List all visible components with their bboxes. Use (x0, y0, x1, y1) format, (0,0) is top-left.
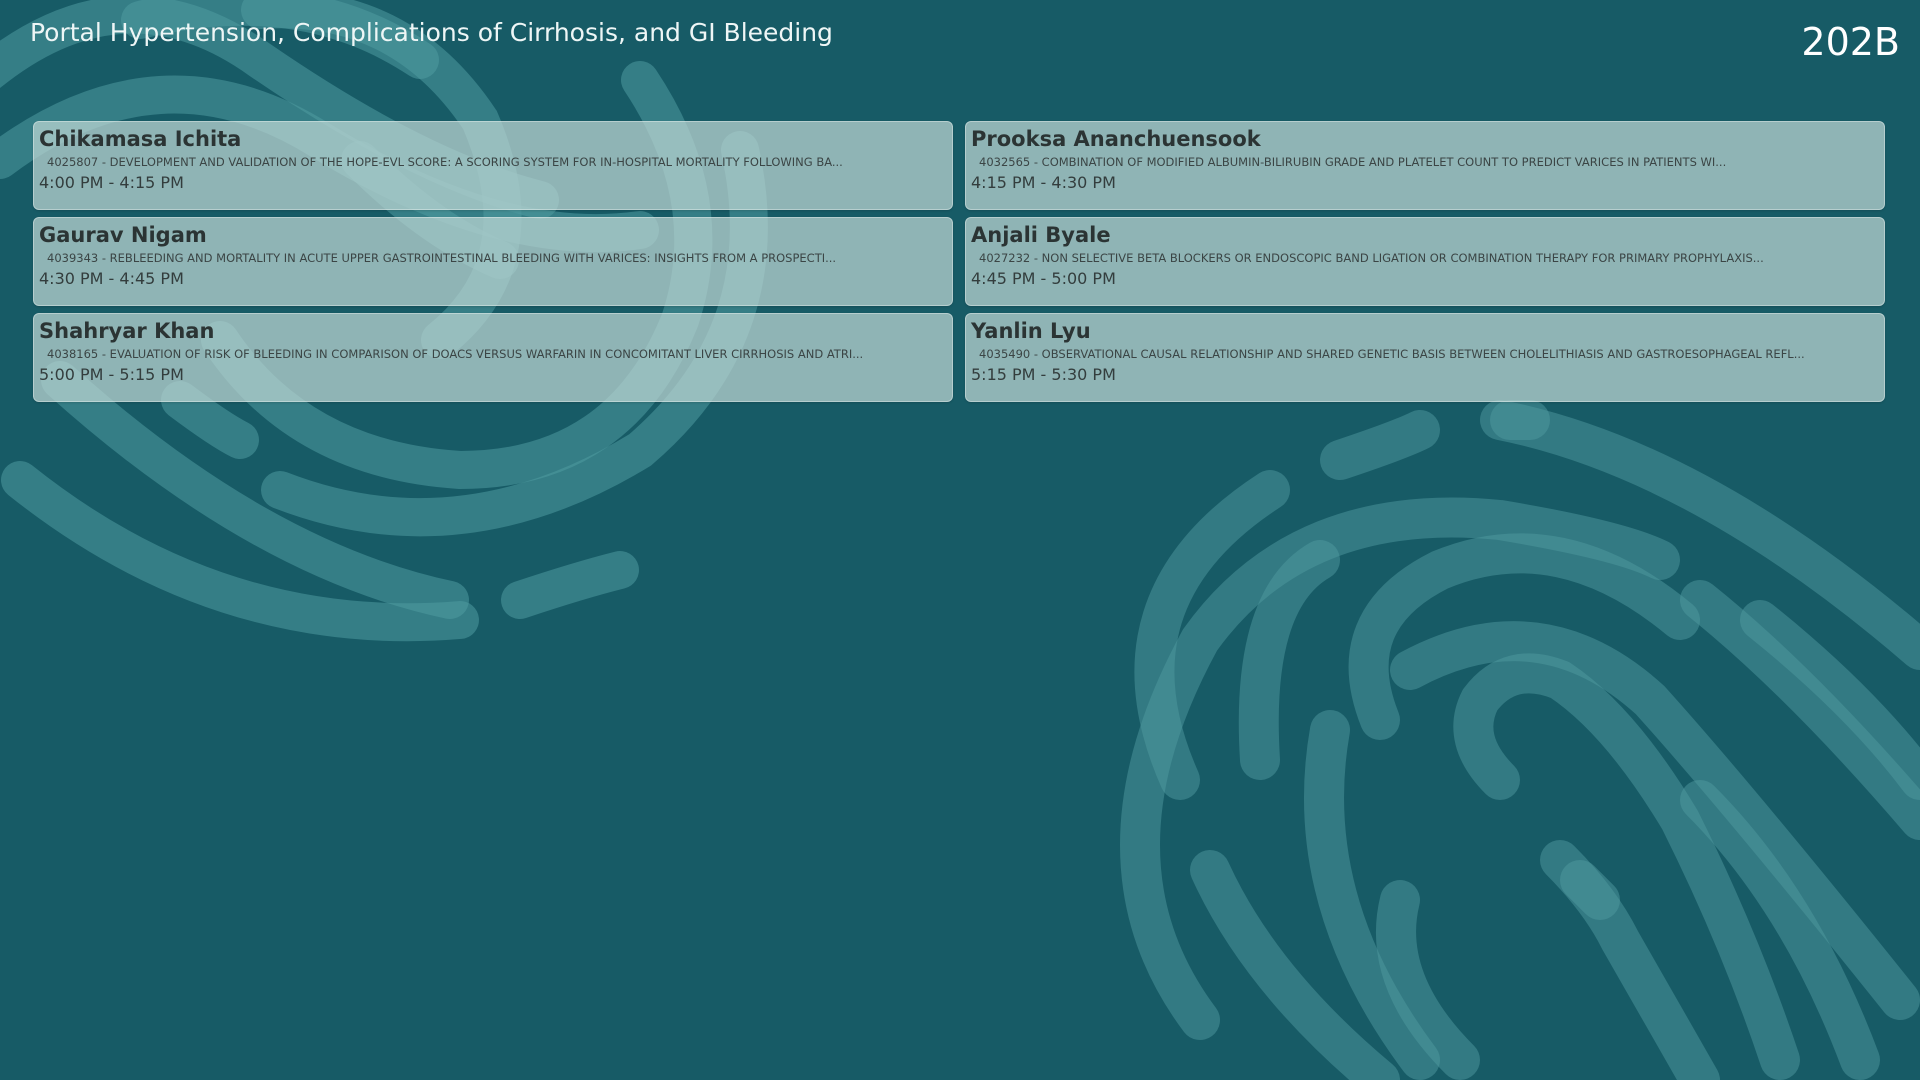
abstract-title: 4027232 - NON SELECTIVE BETA BLOCKERS OR… (979, 251, 1764, 265)
time-slot: 5:00 PM - 5:15 PM (39, 365, 184, 384)
presentation-card[interactable]: Yanlin Lyu 4035490 - OBSERVATIONAL CAUSA… (965, 313, 1885, 402)
time-slot: 4:00 PM - 4:15 PM (39, 173, 184, 192)
presentation-grid: Chikamasa Ichita 4025807 - DEVELOPMENT A… (33, 121, 1885, 402)
abstract-title: 4035490 - OBSERVATIONAL CAUSAL RELATIONS… (979, 347, 1805, 361)
room-label: 202B (1801, 20, 1900, 64)
presentation-card[interactable]: Anjali Byale 4027232 - NON SELECTIVE BET… (965, 217, 1885, 306)
speaker-name: Chikamasa Ichita (39, 127, 242, 151)
abstract-title: 4032565 - COMBINATION OF MODIFIED ALBUMI… (979, 155, 1727, 169)
presentation-card[interactable]: Gaurav Nigam 4039343 - REBLEEDING AND MO… (33, 217, 953, 306)
abstract-title: 4025807 - DEVELOPMENT AND VALIDATION OF … (47, 155, 843, 169)
presentation-card[interactable]: Shahryar Khan 4038165 - EVALUATION OF RI… (33, 313, 953, 402)
speaker-name: Shahryar Khan (39, 319, 215, 343)
presentation-card[interactable]: Chikamasa Ichita 4025807 - DEVELOPMENT A… (33, 121, 953, 210)
abstract-title: 4038165 - EVALUATION OF RISK OF BLEEDING… (47, 347, 864, 361)
abstract-title: 4039343 - REBLEEDING AND MORTALITY IN AC… (47, 251, 837, 265)
speaker-name: Yanlin Lyu (971, 319, 1091, 343)
time-slot: 4:30 PM - 4:45 PM (39, 269, 184, 288)
time-slot: 5:15 PM - 5:30 PM (971, 365, 1116, 384)
session-title: Portal Hypertension, Complications of Ci… (30, 18, 833, 47)
speaker-name: Gaurav Nigam (39, 223, 207, 247)
time-slot: 4:45 PM - 5:00 PM (971, 269, 1116, 288)
time-slot: 4:15 PM - 4:30 PM (971, 173, 1116, 192)
presentation-card[interactable]: Prooksa Ananchuensook 4032565 - COMBINAT… (965, 121, 1885, 210)
speaker-name: Anjali Byale (971, 223, 1111, 247)
speaker-name: Prooksa Ananchuensook (971, 127, 1261, 151)
